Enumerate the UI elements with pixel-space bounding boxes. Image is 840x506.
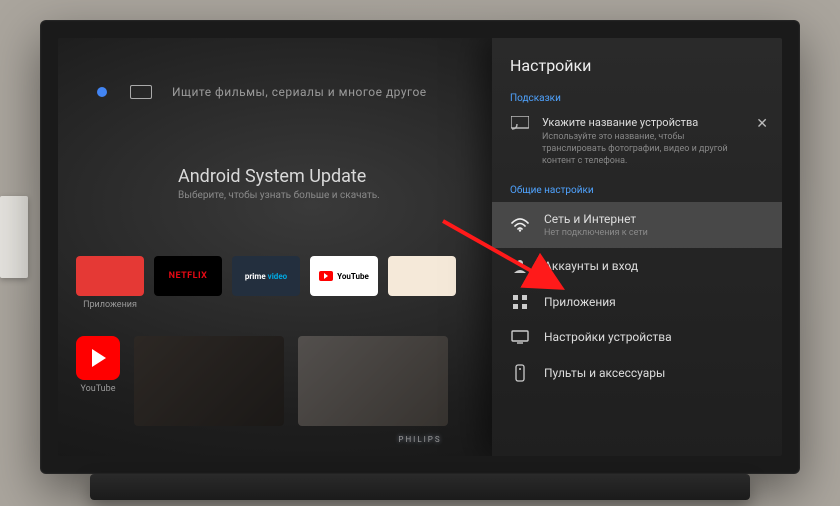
row-label: Приложения [544, 295, 616, 309]
row-label: Сеть и Интернет [544, 212, 648, 226]
hint-title: Укажите название устройства [542, 116, 744, 129]
content-row: YouTube [76, 336, 448, 426]
section-hints: Подсказки [492, 85, 782, 110]
update-title: Android System Update [178, 166, 380, 187]
row-label: Аккаунты и вход [544, 259, 638, 273]
hint-device-name[interactable]: Укажите название устройства Используйте … [492, 110, 782, 177]
row-apps[interactable]: Приложения [492, 284, 782, 320]
wifi-icon [510, 218, 530, 232]
tv-icon [510, 330, 530, 344]
app-tile-youtube[interactable]: YouTube [310, 256, 378, 296]
close-icon[interactable]: ✕ [756, 116, 768, 132]
row-device-settings[interactable]: Настройки устройства [492, 320, 782, 354]
row-network[interactable]: Сеть и Интернет Нет подключения к сети [492, 202, 782, 248]
system-update-card[interactable]: Android System Update Выберите, чтобы уз… [178, 166, 380, 201]
soundbar [90, 474, 750, 500]
account-icon [510, 258, 530, 274]
youtube-play-icon [319, 271, 333, 281]
content-thumbnail[interactable] [134, 336, 284, 426]
youtube-label: YouTube [81, 384, 116, 394]
row-sub: Нет подключения к сети [544, 228, 648, 238]
settings-title: Настройки [492, 56, 782, 85]
cast-icon [510, 116, 530, 130]
row-label: Настройки устройства [544, 330, 672, 344]
brand-logo: PHILIPS [398, 435, 441, 444]
row-remotes[interactable]: Пульты и аксессуары [492, 354, 782, 392]
light-switch [0, 196, 28, 278]
row-accounts[interactable]: Аккаунты и вход [492, 248, 782, 284]
hint-subtitle: Используйте это название, чтобы транслир… [542, 131, 744, 167]
section-general: Общие настройки [492, 177, 782, 202]
row-label: Пульты и аксессуары [544, 366, 665, 380]
tv-screen: Ищите фильмы, сериалы и многое другое An… [58, 38, 782, 456]
app-tile-prime-video[interactable]: primevideo [232, 256, 300, 296]
search-bar[interactable]: Ищите фильмы, сериалы и многое другое [94, 84, 427, 100]
settings-panel: Настройки Подсказки Укажите название уст… [492, 38, 782, 456]
youtube-app-icon[interactable] [76, 336, 120, 380]
search-placeholder: Ищите фильмы, сериалы и многое другое [172, 85, 427, 99]
apps-launcher-label: Приложения [83, 300, 137, 310]
apps-launcher-tile[interactable] [76, 256, 144, 296]
app-tile-generic[interactable] [388, 256, 456, 296]
content-thumbnail[interactable] [298, 336, 448, 426]
update-subtitle: Выберите, чтобы узнать больше и скачать. [178, 190, 380, 201]
apps-row: Приложения NETFLIX primevideo YouTube [76, 256, 456, 310]
tv-frame: Ищите фильмы, сериалы и многое другое An… [40, 20, 800, 474]
app-tile-netflix[interactable]: NETFLIX [154, 256, 222, 296]
keyboard-icon[interactable] [130, 85, 152, 99]
mic-icon[interactable] [94, 84, 110, 100]
apps-icon [510, 294, 530, 310]
remote-icon [510, 364, 530, 382]
